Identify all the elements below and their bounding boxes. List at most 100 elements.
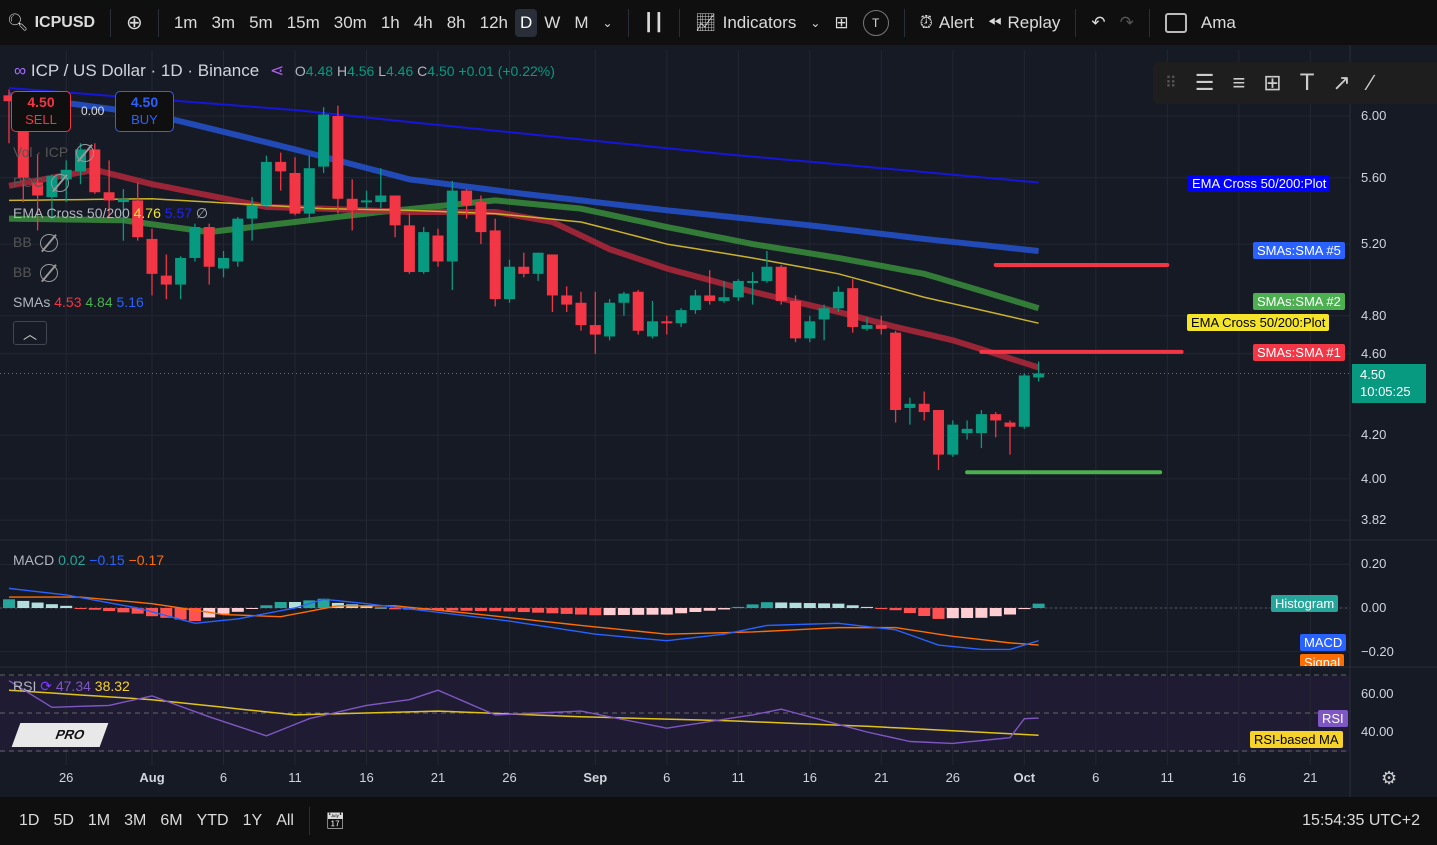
- compare-add-button[interactable]: ⊕: [119, 10, 150, 35]
- price-axis-label: 4.00: [1361, 470, 1387, 486]
- timeframe-12h[interactable]: 12h: [473, 9, 515, 37]
- timeframe-1m[interactable]: 1m: [167, 9, 205, 37]
- brush-icon[interactable]: ∕: [1369, 70, 1373, 96]
- chevron-down-icon: ⌄: [810, 15, 821, 30]
- replay-button[interactable]: ⏪︎ Replay: [981, 13, 1068, 33]
- timeframe-M[interactable]: M: [567, 9, 595, 37]
- fullscreen-button[interactable]: [1158, 12, 1194, 33]
- indicator-ema-cross[interactable]: EMA Cross 50/200 4.76 5.57 ∅: [13, 205, 208, 222]
- settings-gear-icon[interactable]: ⚙: [1381, 768, 1397, 789]
- timeframe-D[interactable]: D: [514, 8, 538, 37]
- timeframe-3m[interactable]: 3m: [204, 9, 242, 37]
- macd-histogram-bar: [875, 608, 888, 609]
- parallel-lines-icon[interactable]: ≡: [1232, 70, 1245, 96]
- macd-histogram-bar: [718, 608, 730, 610]
- template-badge: T: [862, 9, 889, 36]
- layouts-button[interactable]: ⊞: [827, 13, 855, 33]
- symbol-title[interactable]: ICP / US Dollar · 1D · Binance: [31, 61, 259, 80]
- timeframe-5m[interactable]: 5m: [242, 9, 280, 37]
- range-1Y[interactable]: 1Y: [236, 812, 270, 830]
- price-axis-label: 5.20: [1361, 236, 1387, 252]
- candle-body: [589, 325, 601, 335]
- symbol-legend: ∞ ICP / US Dollar · 1D · Binance ⋖ O4.48…: [14, 61, 555, 80]
- rsi-axis-label: 40.00: [1361, 724, 1394, 739]
- drawing-toolbar: ⠿ ☰ ≡ ⊞ T ↗ ∕: [1153, 62, 1437, 104]
- share-icon[interactable]: ⋖: [270, 61, 284, 80]
- drag-handle-icon[interactable]: ⠿: [1165, 73, 1177, 93]
- indicator-vol[interactable]: Vol · ICP: [13, 144, 95, 163]
- ema200-tag: EMA Cross 50/200:Plot: [1188, 175, 1331, 192]
- indicator-bb-2[interactable]: BB: [13, 264, 58, 283]
- range-6M[interactable]: 6M: [153, 812, 189, 830]
- refresh-icon[interactable]: ⟳: [40, 678, 52, 694]
- chevron-down-icon: ⌄: [602, 15, 613, 30]
- indicators-button[interactable]: 📈︎ Indicators: [688, 13, 803, 33]
- text-icon[interactable]: T: [1300, 69, 1315, 97]
- account-menu[interactable]: Ama: [1194, 13, 1243, 33]
- candle-body: [375, 195, 387, 203]
- sell-button[interactable]: 4.50 SELL: [11, 91, 71, 132]
- hidden-eye-icon[interactable]: [51, 174, 70, 193]
- undo-button[interactable]: ↶: [1084, 13, 1112, 33]
- candle-body: [546, 254, 558, 296]
- candle-body: [103, 192, 115, 201]
- icp-logo-icon: ∞: [14, 61, 27, 80]
- chart-canvas[interactable]: [0, 0, 1437, 845]
- alert-button[interactable]: ⏰︎ Alert: [913, 13, 981, 33]
- range-YTD[interactable]: YTD: [190, 812, 236, 830]
- macd-histogram-bar: [589, 608, 602, 616]
- fib-retracement-icon[interactable]: ☰: [1195, 70, 1215, 96]
- redo-button[interactable]: ↷: [1113, 13, 1141, 33]
- clock[interactable]: 15:54:35 UTC+2: [1302, 812, 1437, 830]
- timeframe-dropdown[interactable]: ⌄: [595, 16, 619, 30]
- arrow-line-icon[interactable]: ↗: [1332, 70, 1350, 96]
- macd-legend[interactable]: MACD 0.02 −0.15 −0.17: [13, 552, 164, 568]
- macd-histogram-bar: [1004, 608, 1016, 615]
- time-axis-label: Oct: [1013, 770, 1036, 785]
- candle-body: [947, 424, 959, 455]
- timeframe-4h[interactable]: 4h: [407, 9, 440, 37]
- candles-icon: ┃┃: [643, 12, 665, 32]
- hidden-eye-icon[interactable]: [76, 144, 95, 163]
- symbol-search[interactable]: 🔍︎ ICPUSD: [0, 13, 102, 33]
- rsi-tag: RSI: [1318, 710, 1348, 727]
- timeframe-W[interactable]: W: [537, 9, 567, 37]
- candle-body: [418, 232, 430, 273]
- timeframe-list: 1m 3m 5m 15m 30m 1h 4h 8h 12h D W M: [167, 8, 596, 37]
- measure-icon[interactable]: ⊞: [1263, 70, 1281, 96]
- macd-histogram-bar: [460, 608, 473, 611]
- candle-body: [275, 161, 287, 172]
- timeframe-8h[interactable]: 8h: [440, 9, 473, 37]
- templates-button[interactable]: T: [856, 9, 896, 36]
- collapse-legend-button[interactable]: ︿: [13, 321, 47, 345]
- rsi-ma-tag: RSI-based MA: [1250, 731, 1343, 748]
- indicators-dropdown[interactable]: ⌄: [803, 16, 827, 30]
- hidden-eye-icon[interactable]: [39, 234, 58, 253]
- time-axis-label: 11: [288, 770, 302, 785]
- macd-histogram-bar: [889, 608, 902, 611]
- macd-histogram-bar: [832, 603, 845, 608]
- indicator-poc[interactable]: POC: [13, 174, 70, 193]
- timeframe-15m[interactable]: 15m: [280, 9, 327, 37]
- range-1M[interactable]: 1M: [81, 812, 117, 830]
- timeframe-1h[interactable]: 1h: [374, 9, 407, 37]
- indicator-bb-1[interactable]: BB: [13, 234, 58, 253]
- candle-body: [904, 403, 916, 408]
- rsi-legend[interactable]: RSI ⟳ 47.34 38.32: [13, 678, 130, 695]
- range-5D[interactable]: 5D: [46, 812, 80, 830]
- chart-type-button[interactable]: ┃┃: [637, 13, 671, 33]
- plus-circle-icon: ⊕: [126, 12, 143, 34]
- timeframe-30m[interactable]: 30m: [327, 9, 374, 37]
- indicator-smas[interactable]: SMAs 4.53 4.84 5.16: [13, 294, 144, 310]
- range-All[interactable]: All: [269, 812, 301, 830]
- time-axis-label: 6: [663, 770, 671, 785]
- range-1D[interactable]: 1D: [12, 812, 46, 830]
- candle-body: [689, 295, 701, 311]
- candle-body: [218, 257, 229, 269]
- hidden-eye-icon[interactable]: [39, 264, 58, 283]
- goto-date-button[interactable]: 📅︎: [318, 811, 352, 831]
- range-3M[interactable]: 3M: [117, 812, 153, 830]
- buy-button[interactable]: 4.50 BUY: [115, 91, 174, 132]
- candle-body: [647, 321, 658, 337]
- candle-body: [175, 257, 187, 285]
